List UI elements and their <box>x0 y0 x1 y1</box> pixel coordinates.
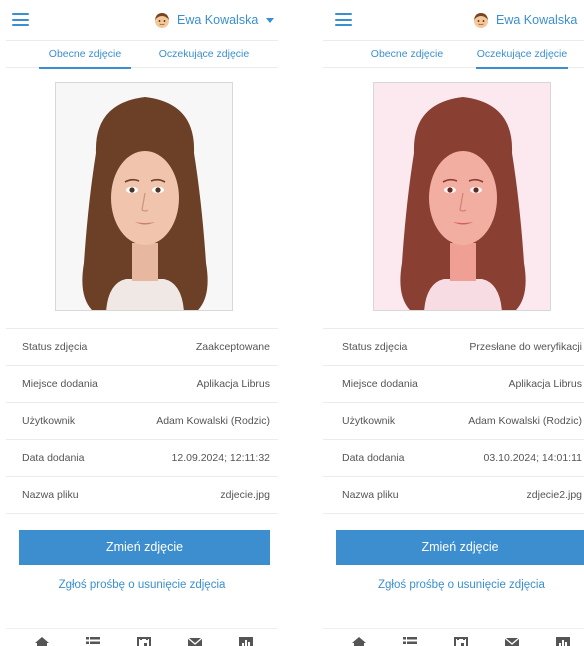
info-row-status: Status zdjęcia Przesłane do weryfikacji <box>323 329 584 366</box>
menu-icon[interactable] <box>335 13 352 26</box>
info-value: 12.09.2024; 12:11:32 <box>171 452 270 464</box>
menu-icon[interactable] <box>12 13 29 26</box>
info-label: Użytkownik <box>342 415 396 427</box>
info-row-user: Użytkownik Adam Kowalski (Rodzic) <box>6 403 278 440</box>
info-row-filename: Nazwa pliku zdjecie2.jpg <box>323 477 584 514</box>
bottom-nav <box>6 628 278 646</box>
info-label: Miejsce dodania <box>342 378 418 390</box>
info-label: Nazwa pliku <box>22 489 79 501</box>
home-icon[interactable] <box>35 637 49 646</box>
app-header: Ewa Kowalska <box>323 0 584 40</box>
photo-info-list: Status zdjęcia Przesłane do weryfikacji M… <box>323 328 584 514</box>
info-value: Aplikacja Librus <box>196 378 270 390</box>
user-name: Ewa Kowalska <box>496 13 578 27</box>
info-row-source: Miejsce dodania Aplikacja Librus <box>6 366 278 403</box>
info-label: Status zdjęcia <box>22 341 88 353</box>
tab-current-photo[interactable]: Obecne zdjęcie <box>39 41 131 69</box>
bottom-nav <box>323 628 584 646</box>
request-removal-link[interactable]: Zgłoś prośbę o usunięcie zdjęcia <box>6 579 278 591</box>
info-value: Aplikacja Librus <box>508 378 582 390</box>
info-value: Adam Kowalski (Rodzic) <box>156 415 270 427</box>
info-value: zdjecie.jpg <box>220 489 270 501</box>
info-label: Status zdjęcia <box>342 341 408 353</box>
info-value: zdjecie2.jpg <box>526 489 582 501</box>
info-value: Adam Kowalski (Rodzic) <box>468 415 582 427</box>
info-value: 03.10.2024; 14:01:11 <box>483 452 582 464</box>
app-header: Ewa Kowalska <box>6 0 278 40</box>
portrait-image <box>374 83 550 310</box>
list-icon[interactable] <box>403 637 417 646</box>
info-row-filename: Nazwa pliku zdjecie.jpg <box>6 477 278 514</box>
info-row-date: Data dodania 12.09.2024; 12:11:32 <box>6 440 278 477</box>
request-removal-link[interactable]: Zgłoś prośbę o usunięcie zdjęcia <box>327 579 584 591</box>
student-photo <box>373 82 551 311</box>
tab-pending-photo[interactable]: Oczekujące zdjęcie <box>476 41 568 69</box>
info-label: Data dodania <box>22 452 85 464</box>
info-row-date: Data dodania 03.10.2024; 14:01:11 <box>323 440 584 477</box>
calendar-icon[interactable] <box>137 637 151 646</box>
user-switcher[interactable]: Ewa Kowalska <box>472 11 584 29</box>
screen-pending-photo: Ewa Kowalska Obecne zdjęcie Oczekujące z… <box>323 0 584 646</box>
screen-current-photo: Ewa Kowalska Obecne zdjęcie Oczekujące z… <box>6 0 278 646</box>
photo-info-list: Status zdjęcia Zaakceptowane Miejsce doda… <box>6 328 278 514</box>
portrait-image <box>56 83 232 310</box>
mail-icon[interactable] <box>188 637 202 646</box>
tab-current-photo[interactable]: Obecne zdjęcie <box>363 41 451 68</box>
mail-icon[interactable] <box>505 637 519 646</box>
calendar-icon[interactable] <box>454 637 468 646</box>
avatar-icon <box>155 13 169 28</box>
info-row-status: Status zdjęcia Zaakceptowane <box>6 329 278 366</box>
user-name: Ewa Kowalska <box>177 13 259 27</box>
tab-pending-photo[interactable]: Oczekujące zdjęcie <box>153 41 255 68</box>
change-photo-button[interactable]: Zmień zdjęcie <box>336 530 584 565</box>
info-value: Zaakceptowane <box>195 341 270 353</box>
info-row-source: Miejsce dodania Aplikacja Librus <box>323 366 584 403</box>
change-photo-button[interactable]: Zmień zdjęcie <box>19 530 270 565</box>
chart-icon[interactable] <box>239 637 253 646</box>
info-value: Przesłane do weryfikacji <box>469 341 582 353</box>
user-switcher[interactable]: Ewa Kowalska <box>153 11 275 29</box>
chart-icon[interactable] <box>556 637 570 646</box>
list-icon[interactable] <box>86 637 100 646</box>
info-label: Miejsce dodania <box>22 378 98 390</box>
info-label: Użytkownik <box>22 415 76 427</box>
chevron-down-icon <box>266 17 275 23</box>
avatar-icon <box>474 13 488 28</box>
photo-tabs: Obecne zdjęcie Oczekujące zdjęcie <box>323 40 584 69</box>
info-row-user: Użytkownik Adam Kowalski (Rodzic) <box>323 403 584 440</box>
student-photo <box>55 82 233 311</box>
home-icon[interactable] <box>352 637 366 646</box>
info-label: Nazwa pliku <box>342 489 399 501</box>
info-label: Data dodania <box>342 452 405 464</box>
photo-tabs: Obecne zdjęcie Oczekujące zdjęcie <box>6 40 278 69</box>
